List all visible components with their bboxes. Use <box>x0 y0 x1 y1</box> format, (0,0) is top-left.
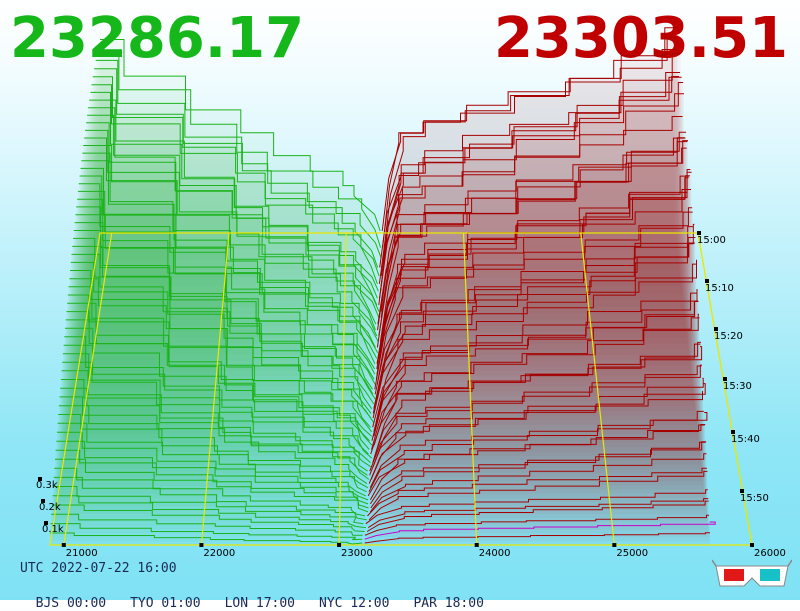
timezone-clocks: BJS 00:00 TYO 01:00 LON 17:00 NYC 12:00 PAR … <box>20 581 508 611</box>
time-tick-label: 15:30 <box>723 381 752 392</box>
x-tick-mark <box>612 543 617 547</box>
x-tick-label: 25000 <box>616 548 648 559</box>
x-tick-mark <box>474 543 479 547</box>
x-tick-label: 23000 <box>341 548 373 559</box>
clock-bjs: BJS 00:00 <box>35 596 107 611</box>
x-tick-mark <box>337 543 342 547</box>
x-tick-label: 24000 <box>479 548 511 559</box>
depth-chart: 21000 22000 23000 24000 25000 260000.1k0.2k0.… <box>36 27 786 559</box>
depth-tick-label: 0.1k <box>42 524 64 535</box>
time-tick-label: 15:50 <box>740 493 769 504</box>
x-tick-mark <box>750 543 754 547</box>
depth-tick-label: 0.2k <box>39 502 61 513</box>
clock-lon: LON 17:00 <box>224 596 296 611</box>
time-tick-label: 15:20 <box>714 331 743 342</box>
x-tick-mark <box>61 543 66 547</box>
depth-tick-label: 0.3k <box>36 480 58 491</box>
x-tick-mark <box>199 543 204 547</box>
clock-tyo: TYO 01:00 <box>130 596 201 611</box>
x-tick-label: 21000 <box>66 548 98 559</box>
clock-par: PAR 18:00 <box>413 596 484 611</box>
3d-glasses-icon[interactable] <box>712 558 792 592</box>
depth-surfaces <box>50 27 716 545</box>
time-tick-label: 15:40 <box>731 434 760 445</box>
utc-time: UTC 2022-07-22 16:00 <box>20 561 177 576</box>
time-tick-label: 15:00 <box>697 235 726 246</box>
time-tick-label: 15:10 <box>705 283 734 294</box>
clock-nyc: NYC 12:00 <box>319 596 390 611</box>
x-tick-label: 22000 <box>203 548 235 559</box>
